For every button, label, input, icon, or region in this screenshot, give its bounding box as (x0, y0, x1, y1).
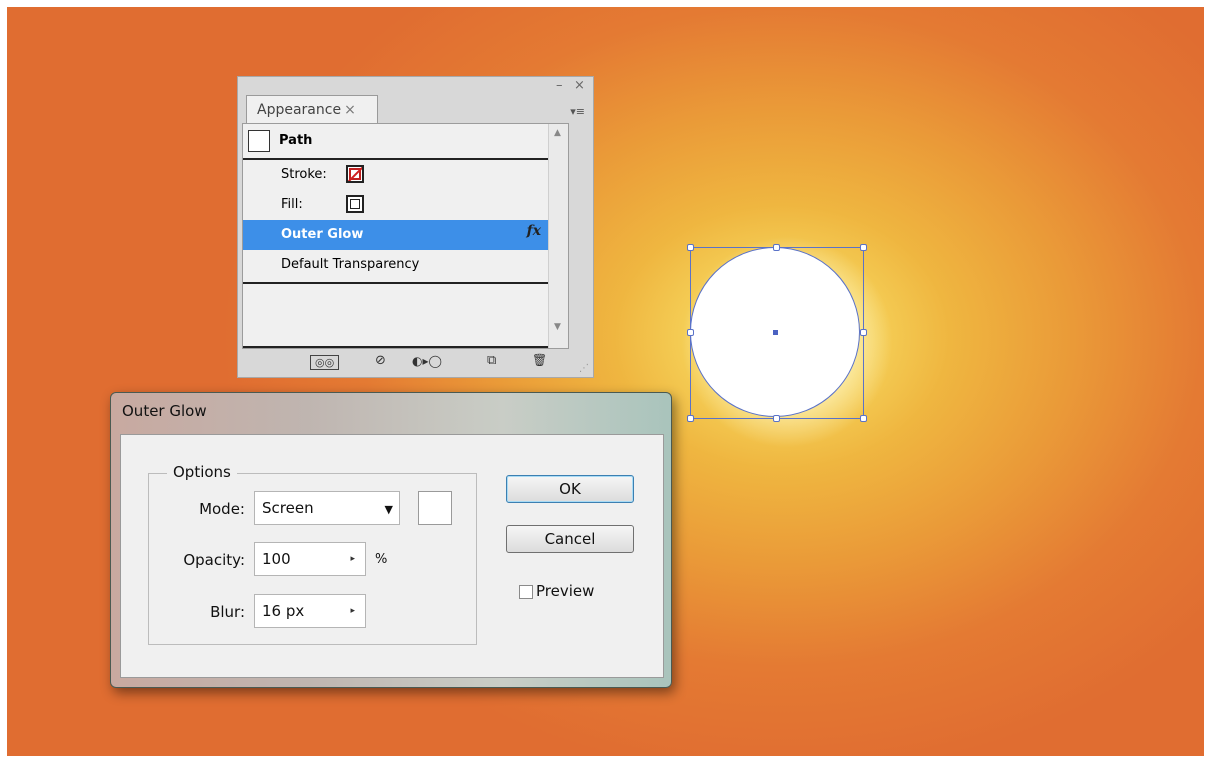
duplicate-item-icon[interactable]: ⧉ (487, 353, 496, 368)
handle-middle-left[interactable] (687, 329, 694, 336)
blur-input[interactable]: 16 px ▸ (254, 594, 366, 628)
divider (243, 282, 549, 284)
handle-middle-right[interactable] (860, 329, 867, 336)
panel-footer-toolbar: ◎◎ ⊘ ◐▸◯ ⧉ 🗑 (242, 349, 569, 375)
handle-top-center[interactable] (773, 244, 780, 251)
tab-close-icon[interactable]: × (344, 102, 356, 118)
effect-label: Outer Glow (281, 227, 364, 242)
cancel-button[interactable]: Cancel (506, 525, 634, 553)
fx-icon[interactable]: fx (527, 223, 541, 239)
list-item-fill[interactable]: Fill: (243, 190, 568, 220)
add-new-stroke-icon[interactable]: ◎◎ (310, 355, 340, 370)
object-type-label: Path (279, 133, 313, 148)
resize-grip-icon[interactable]: ⋰ (579, 363, 589, 374)
reduce-to-basic-icon[interactable]: ◐▸◯ (412, 354, 442, 368)
close-panel-button[interactable]: × (574, 79, 585, 93)
stroke-label: Stroke: (281, 167, 327, 182)
tab-appearance[interactable]: Appearance × (246, 95, 378, 123)
options-group: Options Mode: Screen ▼ Opacity: 100 ▸ % … (148, 463, 477, 645)
scroll-down-icon[interactable]: ▼ (554, 322, 561, 332)
scroll-up-icon[interactable]: ▲ (554, 128, 561, 138)
glow-color-swatch[interactable] (418, 491, 452, 525)
list-item-path[interactable]: Path (243, 124, 568, 158)
outer-glow-dialog: Outer Glow Options Mode: Screen ▼ Opacit… (110, 392, 672, 688)
handle-bottom-left[interactable] (687, 415, 694, 422)
mode-label: Mode: (199, 500, 245, 518)
preview-checkbox[interactable] (519, 585, 533, 599)
handle-bottom-center[interactable] (773, 415, 780, 422)
panel-titlebar[interactable]: – × (238, 77, 593, 97)
delete-item-icon[interactable]: 🗑 (532, 353, 547, 367)
ok-button[interactable]: OK (506, 475, 634, 503)
handle-bottom-right[interactable] (860, 415, 867, 422)
options-legend: Options (167, 463, 237, 481)
preview-label: Preview (536, 582, 595, 600)
list-item-default-transparency[interactable]: Default Transparency (243, 250, 568, 280)
divider (243, 346, 549, 348)
path-thumbnail (248, 130, 270, 152)
blur-value: 16 px (262, 602, 305, 620)
list-item-outer-glow[interactable]: Outer Glow fx (243, 220, 549, 250)
chevron-down-icon[interactable]: ▼ (385, 503, 393, 516)
clear-appearance-icon[interactable]: ⊘ (375, 353, 386, 368)
stroke-none-swatch-icon[interactable] (346, 165, 364, 183)
tab-label: Appearance (257, 102, 342, 118)
list-item-stroke[interactable]: Stroke: (243, 160, 568, 190)
fill-white-swatch-icon[interactable] (346, 195, 364, 213)
opacity-label: Opacity: (183, 551, 245, 569)
opacity-value: 100 (262, 550, 291, 568)
handle-top-left[interactable] (687, 244, 694, 251)
panel-menu-icon[interactable]: ▾≡ (570, 105, 585, 118)
appearance-panel: – × Appearance × ▾≡ Path Stroke: Fill: Ou… (237, 76, 594, 378)
center-point (773, 330, 778, 335)
fill-label: Fill: (281, 197, 303, 212)
opacity-unit: % (375, 552, 388, 567)
mode-value: Screen (262, 499, 314, 517)
opacity-stepper-icon[interactable]: ▸ (350, 554, 355, 564)
dialog-title: Outer Glow (122, 402, 207, 420)
scrollbar[interactable]: ▲ ▼ (548, 124, 568, 348)
dialog-body: Options Mode: Screen ▼ Opacity: 100 ▸ % … (120, 434, 664, 678)
mode-select[interactable]: Screen ▼ (254, 491, 400, 525)
appearance-list: Path Stroke: Fill: Outer Glow fx Default… (242, 123, 569, 349)
handle-top-right[interactable] (860, 244, 867, 251)
transparency-label: Default Transparency (281, 257, 420, 272)
blur-label: Blur: (210, 603, 245, 621)
opacity-input[interactable]: 100 ▸ (254, 542, 366, 576)
minimize-button[interactable]: – (556, 79, 563, 93)
blur-stepper-icon[interactable]: ▸ (350, 606, 355, 616)
